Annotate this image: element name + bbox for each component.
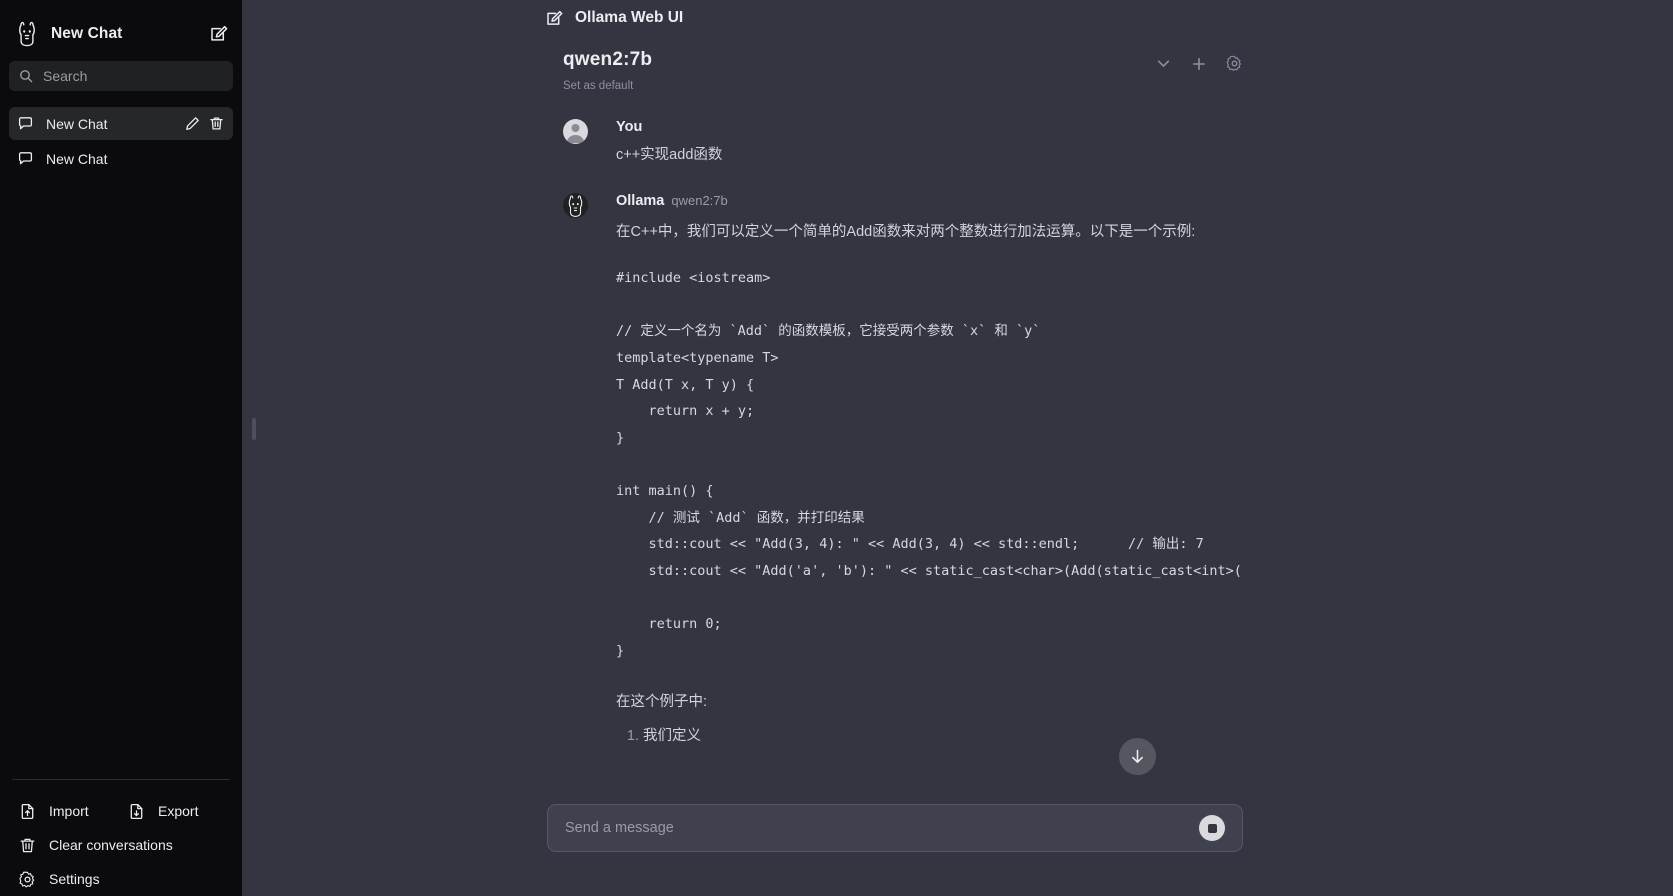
trash-icon	[19, 837, 36, 854]
message-user: You c++实现add函数	[242, 106, 1673, 180]
clear-conversations-button[interactable]: Clear conversations	[12, 828, 230, 862]
message-assistant: Ollama qwen2:7b 在C++中，我们可以定义一个简单的Add函数来对两…	[242, 180, 1673, 762]
assistant-name: Ollama	[616, 192, 665, 209]
new-chat-icon[interactable]	[210, 25, 228, 43]
conversation-actions	[185, 116, 224, 131]
conversation-label: New Chat	[46, 150, 108, 167]
search-input[interactable]: Search	[9, 61, 233, 91]
import-button[interactable]: Import	[12, 794, 121, 828]
sidebar-header: New Chat	[9, 9, 233, 61]
edit-square-icon[interactable]	[546, 10, 563, 27]
user-message-text: c++实现add函数	[616, 147, 723, 163]
model-actions	[1155, 49, 1243, 72]
page-title: Ollama Web UI	[575, 9, 684, 26]
gear-icon[interactable]	[1226, 55, 1243, 72]
settings-label: Settings	[49, 871, 100, 887]
stop-generating-button[interactable]	[1199, 815, 1225, 841]
search-placeholder: Search	[43, 68, 88, 84]
model-name: qwen2:7b	[563, 49, 653, 70]
import-label: Import	[49, 803, 89, 819]
file-download-icon	[128, 803, 145, 820]
model-info[interactable]: qwen2:7b Set as default	[563, 49, 1155, 92]
assistant-message-author: Ollama qwen2:7b	[616, 193, 1243, 209]
composer-area: Send a message	[242, 786, 1673, 896]
list-item: 我们定义	[643, 725, 1243, 748]
export-button[interactable]: Export	[121, 794, 230, 828]
conversation-label: New Chat	[46, 115, 108, 132]
chat-bubble-icon	[18, 116, 33, 131]
gear-icon	[19, 871, 36, 888]
conversation-item-0[interactable]: New Chat	[9, 107, 233, 140]
conversation-item-1[interactable]: New Chat	[9, 142, 233, 175]
plus-icon[interactable]	[1192, 57, 1206, 71]
llama-icon	[14, 21, 40, 47]
import-export-row: Import Export	[12, 794, 230, 828]
main-panel: Ollama Web UI qwen2:7b Set as default Yo…	[242, 0, 1673, 896]
chat-bubble-icon	[18, 151, 33, 166]
arrow-down-icon	[1132, 749, 1143, 763]
export-label: Export	[158, 803, 199, 819]
sidebar-resize-handle[interactable]	[252, 418, 256, 440]
file-upload-icon	[19, 803, 36, 820]
user-avatar	[563, 119, 588, 144]
assistant-message-body: Ollama qwen2:7b 在C++中，我们可以定义一个简单的Add函数来对两…	[616, 193, 1243, 749]
sidebar: New Chat Search New Chat New Chat Import…	[0, 0, 242, 896]
message-input-placeholder: Send a message	[565, 820, 674, 836]
user-message-body: You c++实现add函数	[616, 119, 1243, 167]
chevron-down-icon[interactable]	[1155, 55, 1172, 72]
settings-button[interactable]: Settings	[12, 862, 230, 896]
sidebar-footer: Import Export Clear conversations Settin…	[12, 779, 230, 896]
assistant-intro-text: 在C++中，我们可以定义一个简单的Add函数来对两个整数进行加法运算。以下是一个…	[616, 223, 1196, 240]
scroll-to-bottom-button[interactable]	[1119, 738, 1156, 775]
model-selector-bar: qwen2:7b Set as default	[242, 49, 1673, 92]
sidebar-title: New Chat	[51, 25, 123, 42]
message-list: You c++实现add函数 Ollama qwen2:7b 在C++中，我们可…	[242, 106, 1673, 761]
assistant-model-tag: qwen2:7b	[671, 192, 728, 208]
code-block: #include <iostream> // 定义一个名为 `Add` 的函数模…	[616, 270, 1243, 659]
stop-square-icon	[1207, 823, 1217, 833]
app-root: New Chat Search New Chat New Chat Import…	[0, 0, 1673, 896]
assistant-outro-text: 在这个例子中:	[616, 694, 708, 711]
user-message-author: You	[616, 119, 643, 135]
message-input[interactable]: Send a message	[547, 804, 1243, 852]
llama-avatar	[563, 192, 588, 218]
pencil-icon[interactable]	[185, 116, 200, 131]
app-header: Ollama Web UI	[242, 0, 1673, 27]
trash-icon[interactable]	[209, 116, 224, 131]
set-as-default-label[interactable]: Set as default	[563, 80, 1155, 92]
conversation-list: New Chat New Chat	[9, 107, 233, 175]
clear-conversations-label: Clear conversations	[49, 837, 173, 853]
search-icon	[19, 69, 33, 83]
